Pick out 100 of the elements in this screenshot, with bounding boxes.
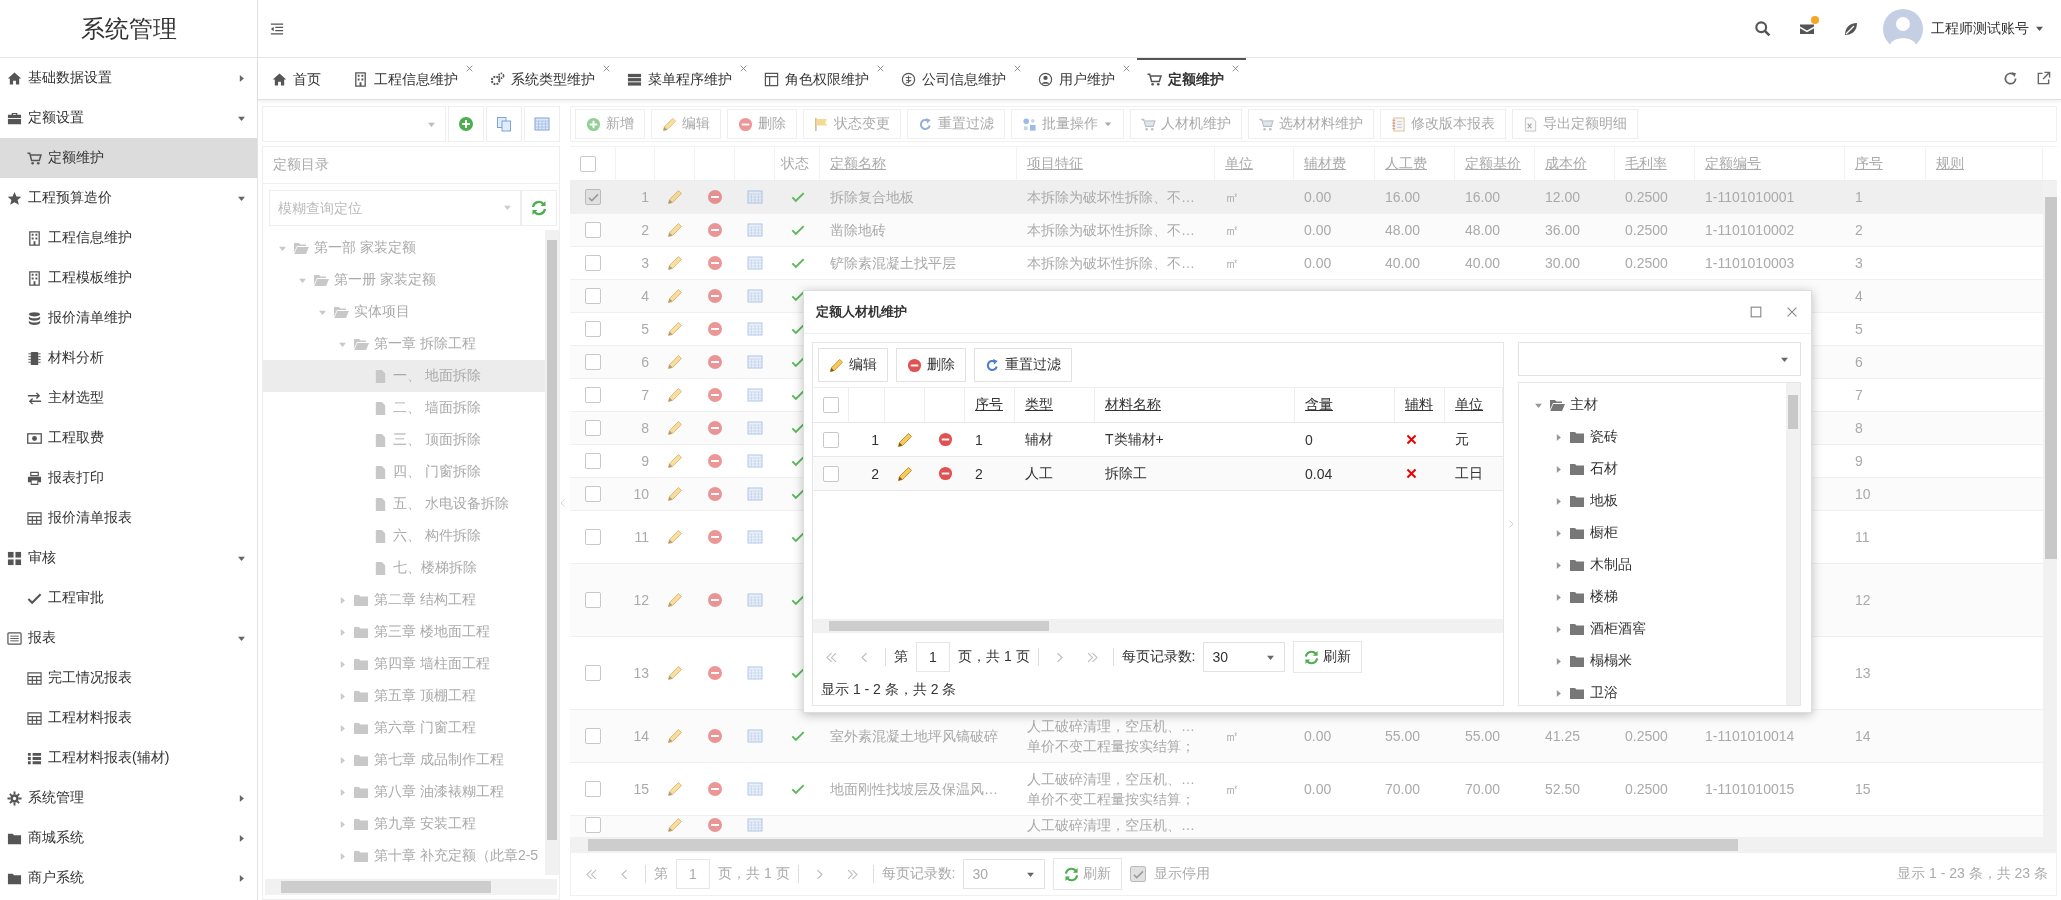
copy-button[interactable] [486, 106, 522, 142]
category-select[interactable] [1518, 342, 1801, 376]
add-button[interactable] [448, 106, 484, 142]
column-header[interactable]: 单位 [1455, 396, 1483, 414]
checkbox[interactable] [585, 420, 601, 436]
toolbar-button[interactable]: 编辑 [818, 348, 888, 382]
refresh-button[interactable]: 刷新 [1293, 641, 1363, 673]
column-header[interactable]: 类型 [1025, 396, 1053, 414]
toolbar-button[interactable]: 删除 [896, 348, 966, 382]
checkbox[interactable] [585, 255, 601, 271]
sidebar-item[interactable]: 报价清单报表 [0, 498, 257, 538]
sidebar-item[interactable]: 材料分析 [0, 338, 257, 378]
sidebar-item[interactable]: 系统管理 [0, 778, 257, 818]
checkbox[interactable] [585, 387, 601, 403]
checkbox[interactable] [1130, 866, 1147, 882]
menu-icon[interactable] [270, 21, 284, 36]
sidebar-item[interactable]: 定额维护 [0, 138, 257, 178]
checkbox[interactable] [585, 354, 601, 370]
version-select[interactable] [262, 106, 446, 142]
sidebar-item[interactable]: 完工情况报表 [0, 658, 257, 698]
sidebar-item[interactable]: 工程信息维护 [0, 218, 257, 258]
checkbox[interactable] [585, 189, 601, 205]
tab[interactable]: 系统类型维护 [480, 58, 617, 99]
tab[interactable]: 工程信息维护 [343, 58, 480, 99]
sidebar-item[interactable]: 报价清单维护 [0, 298, 257, 338]
scrollbar[interactable] [813, 619, 1503, 633]
search-icon[interactable] [1754, 20, 1771, 37]
close-icon[interactable] [1122, 64, 1131, 73]
close-icon[interactable] [876, 64, 885, 73]
sidebar-item[interactable]: 基础数据设置 [0, 58, 257, 98]
close-icon[interactable] [1231, 64, 1240, 73]
tree-item[interactable]: 瓷砖 [1519, 421, 1786, 453]
leaf-icon[interactable] [1843, 20, 1859, 37]
scrollbar[interactable] [1786, 383, 1800, 705]
tree-item[interactable]: 酒柜酒窖 [1519, 613, 1786, 645]
sidebar-item[interactable]: 审核 [0, 538, 257, 578]
checkbox[interactable] [585, 453, 601, 469]
tree-item[interactable]: 石材 [1519, 453, 1786, 485]
avatar[interactable] [1883, 8, 1923, 49]
sidebar-item[interactable]: 工程取费 [0, 418, 257, 458]
checkbox[interactable] [585, 592, 601, 608]
search-field[interactable]: 模糊查询定位 [269, 190, 521, 226]
checkbox[interactable] [585, 529, 601, 545]
tab[interactable]: 用户维护 [1028, 58, 1137, 99]
column-header[interactable]: 材料名称 [1105, 396, 1161, 414]
scrollbar[interactable] [570, 837, 2057, 853]
column-header[interactable]: 含量 [1305, 396, 1333, 414]
tab[interactable]: 角色权限维护 [754, 58, 891, 99]
close-icon[interactable] [1013, 64, 1022, 73]
checkbox[interactable] [585, 288, 601, 304]
sidebar-item[interactable]: 报表打印 [0, 458, 257, 498]
checkbox[interactable] [585, 222, 601, 238]
close-icon[interactable] [1785, 305, 1799, 319]
checkbox[interactable] [585, 665, 601, 681]
checkbox[interactable] [585, 781, 601, 797]
sidebar-item[interactable]: 报表 [0, 618, 257, 658]
checkbox[interactable] [585, 321, 601, 337]
table-button[interactable] [524, 106, 560, 142]
tab[interactable]: 首页 [262, 58, 343, 99]
sidebar-item[interactable]: 商城系统 [0, 818, 257, 858]
sidebar-item[interactable]: 工程材料报表 [0, 698, 257, 738]
refresh-button[interactable] [521, 190, 557, 226]
tree-item[interactable]: 橱柜 [1519, 517, 1786, 549]
checkbox[interactable] [585, 486, 601, 502]
checkbox[interactable] [823, 397, 839, 413]
checkbox[interactable] [580, 155, 596, 172]
checkbox[interactable] [823, 465, 839, 482]
user-name[interactable]: 工程师测试账号 [1931, 19, 2029, 38]
sidebar-item[interactable]: 商户系统 [0, 858, 257, 898]
close-icon[interactable] [602, 64, 611, 73]
tree-item[interactable]: 主材 [1519, 389, 1786, 421]
page-input[interactable]: 1 [916, 642, 950, 672]
checkbox[interactable] [823, 431, 839, 448]
tree-item[interactable]: 木制品 [1519, 549, 1786, 581]
maximize-icon[interactable] [1749, 305, 1763, 319]
scrollbar[interactable] [545, 230, 559, 875]
sidebar-item[interactable]: 工程模板维护 [0, 258, 257, 298]
scrollbar[interactable] [2043, 181, 2057, 837]
sidebar-item[interactable]: 工程材料报表(辅材) [0, 738, 257, 778]
toolbar-button[interactable]: 重置过滤 [974, 348, 1072, 382]
sidebar-item[interactable]: 工程审批 [0, 578, 257, 618]
column-header[interactable]: 序号 [975, 396, 1003, 414]
tab[interactable]: 菜单程序维护 [617, 58, 754, 99]
checkbox[interactable] [585, 817, 601, 833]
sidebar-item[interactable]: 主材选型 [0, 378, 257, 418]
scrollbar[interactable] [265, 879, 557, 895]
sidebar-item[interactable]: 工程预算造价 [0, 178, 257, 218]
tree-item[interactable]: 卫浴 [1519, 677, 1786, 705]
table-row[interactable]: 2 2 人工 拆除工 0.04 工日 [813, 457, 1503, 491]
column-header[interactable]: 辅料 [1405, 396, 1433, 414]
tree-item[interactable]: 榻榻米 [1519, 645, 1786, 677]
checkbox[interactable] [585, 728, 601, 744]
page-size-select[interactable]: 30 [1203, 642, 1286, 672]
tab[interactable]: 公司信息维护 [891, 58, 1028, 99]
close-icon[interactable] [739, 64, 748, 73]
tree-item[interactable]: 地板 [1519, 485, 1786, 517]
tree-item[interactable]: 楼梯 [1519, 581, 1786, 613]
tab[interactable]: 定额维护 [1137, 58, 1246, 99]
sidebar-item[interactable]: 定额设置 [0, 98, 257, 138]
close-icon[interactable] [465, 64, 474, 73]
